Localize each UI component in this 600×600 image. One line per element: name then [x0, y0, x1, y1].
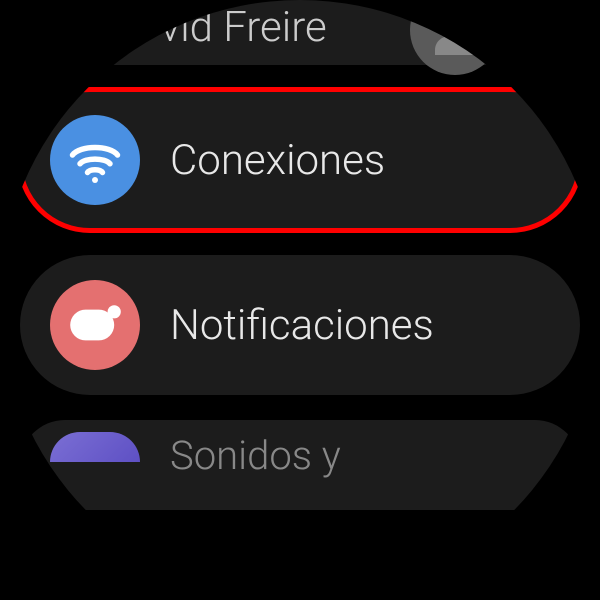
connections-label: Conexiones [170, 136, 385, 185]
wifi-icon [50, 115, 140, 205]
avatar-icon [410, 0, 500, 75]
sound-icon [50, 432, 140, 462]
sounds-label: Sonidos y [170, 432, 341, 479]
settings-list: vid Freire Conexiones [0, 0, 600, 535]
list-item-connections[interactable]: Conexiones [20, 90, 580, 230]
list-item-notifications[interactable]: Notificaciones [20, 255, 580, 395]
notifications-label: Notificaciones [170, 301, 434, 350]
notification-icon [50, 280, 140, 370]
profile-name-label: vid Freire [160, 3, 327, 52]
list-item-profile[interactable]: vid Freire [20, 0, 580, 65]
watch-face: vid Freire Conexiones [0, 0, 600, 600]
list-item-sounds[interactable]: Sonidos y [20, 420, 580, 510]
